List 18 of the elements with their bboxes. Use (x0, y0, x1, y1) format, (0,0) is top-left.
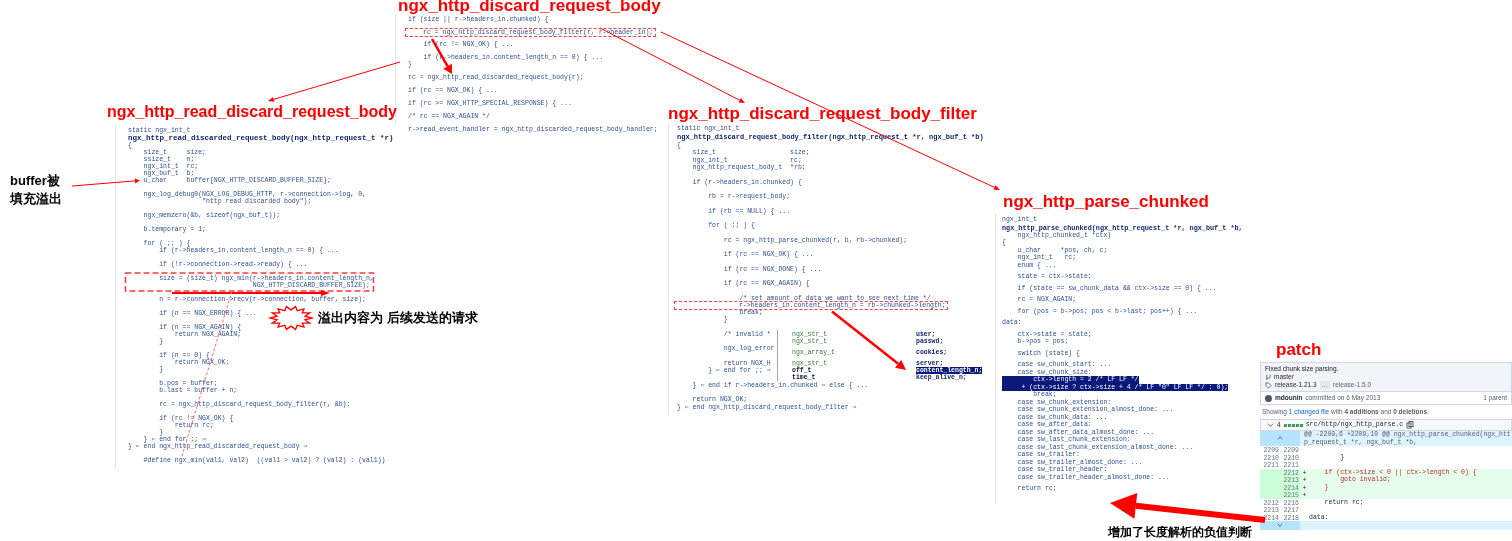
leader-line (71, 178, 140, 187)
annotation-text: 增加了长度解析的负值判断 (1108, 524, 1252, 540)
chevron-icon (1267, 421, 1274, 429)
section-heading: ngx_http_parse_chunked (1003, 192, 1209, 212)
expand-icon (1276, 522, 1284, 529)
section-heading: ngx_http_read_discard_request_body (107, 102, 397, 122)
diffstat-icon (1283, 423, 1303, 427)
annotation-text: 填充溢出 (10, 190, 62, 207)
expand-button[interactable] (1260, 521, 1300, 530)
annotation-text: buffer被 (10, 172, 60, 189)
branch-icon (1265, 373, 1272, 381)
expand-icon (1276, 435, 1284, 442)
burst-mark (267, 305, 315, 331)
section-heading: patch (1276, 340, 1322, 360)
annotation-text: 溢出内容为 后续发送的请求 (318, 309, 478, 326)
copy-icon (1406, 421, 1415, 429)
tag-icon (1265, 381, 1272, 389)
avatar (1265, 394, 1272, 402)
